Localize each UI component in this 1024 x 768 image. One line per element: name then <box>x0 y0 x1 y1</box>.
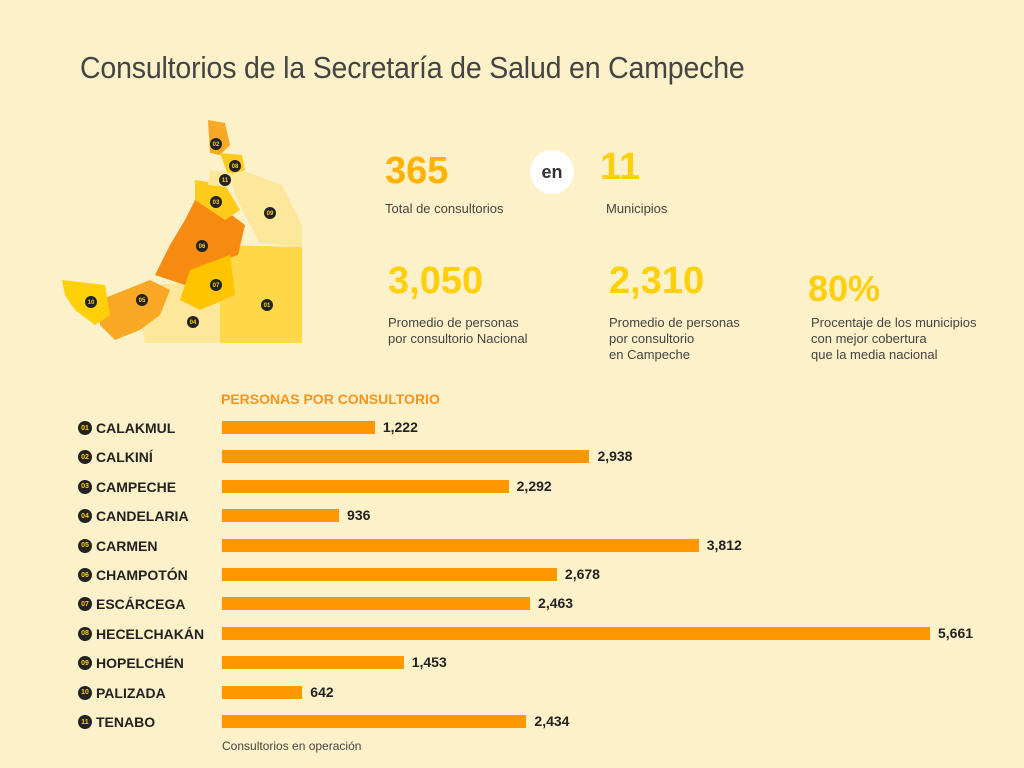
category-code-badge: 05 <box>78 538 92 553</box>
bar-value-label: 936 <box>347 507 371 524</box>
bar-value-label: 1,222 <box>382 419 418 435</box>
category-label: 06 CHAMPOTÓN <box>78 566 188 584</box>
campeche-label: Promedio de personas por consultorio en … <box>609 315 740 362</box>
category-code-badge: 08 <box>78 626 92 641</box>
category-code-badge: 02 <box>78 450 92 465</box>
category-name: PALIZADA <box>96 684 166 701</box>
category-name: CHAMPOTÓN <box>96 567 188 583</box>
category-code-badge: 01 <box>78 421 92 435</box>
chart-title: PERSONAS POR CONSULTORIO <box>221 391 440 407</box>
bar <box>222 421 375 434</box>
svg-text:03: 03 <box>213 200 220 206</box>
category-label: 01 CALAKMUL <box>78 419 175 437</box>
municipios-value: 11 <box>600 146 641 188</box>
category-code-badge: 11 <box>78 715 92 729</box>
category-name: HOPELCHÉN <box>96 655 184 672</box>
category-label: 09 HOPELCHÉN <box>78 654 184 672</box>
bar <box>222 685 303 699</box>
bar-value-label: 5,661 <box>938 624 974 641</box>
cobertura-label: Procentaje de los municipios con mejor c… <box>811 315 977 362</box>
category-label: 10 PALIZADA <box>78 684 166 702</box>
svg-text:11: 11 <box>222 178 229 184</box>
category-label: 11 TENABO <box>78 713 155 731</box>
svg-text:05: 05 <box>139 298 146 304</box>
bar <box>222 538 699 552</box>
bar <box>222 479 509 493</box>
bar <box>222 656 404 670</box>
en-connector: en <box>530 150 574 194</box>
svg-text:10: 10 <box>88 300 95 306</box>
bar <box>222 597 531 611</box>
bar <box>222 715 527 728</box>
bar-value-label: 2,292 <box>516 477 552 494</box>
bar-value-label: 642 <box>310 683 334 700</box>
nacional-value: 3,050 <box>388 260 484 302</box>
category-name: CANDELARIA <box>96 508 189 525</box>
svg-text:02: 02 <box>213 142 220 148</box>
svg-text:06: 06 <box>199 244 206 250</box>
category-code-badge: 07 <box>78 597 92 612</box>
category-name: CALKINÍ <box>96 449 153 466</box>
svg-text:08: 08 <box>232 164 239 170</box>
category-code-badge: 04 <box>78 509 92 524</box>
svg-text:09: 09 <box>267 211 274 217</box>
category-label: 03 CAMPECHE <box>78 478 176 496</box>
campeche-value: 2,310 <box>609 260 705 302</box>
bar <box>222 450 590 464</box>
category-name: HECELCHAKÁN <box>96 625 205 642</box>
category-code-badge: 03 <box>78 479 92 494</box>
category-name: CAMPECHE <box>96 478 177 495</box>
category-code-badge: 06 <box>78 568 92 582</box>
category-label: 04 CANDELARIA <box>78 507 189 525</box>
category-label: 08 HECELCHAKÁN <box>78 625 204 643</box>
svg-text:07: 07 <box>213 283 220 289</box>
bar-value-label: 2,678 <box>564 566 600 582</box>
category-label: 05 CARMEN <box>78 537 157 555</box>
category-label: 07 ESCÁRCEGA <box>78 595 185 613</box>
bar <box>222 626 930 640</box>
bar-value-label: 2,434 <box>534 713 570 729</box>
page-title: Consultorios de la Secretaría de Salud e… <box>80 50 745 85</box>
bar-value-label: 1,453 <box>411 654 447 671</box>
category-name: CARMEN <box>96 537 158 554</box>
category-name: CALAKMUL <box>96 420 176 436</box>
svg-text:04: 04 <box>190 320 197 326</box>
category-label: 02 CALKINÍ <box>78 448 153 466</box>
bar-value-label: 3,812 <box>706 536 742 553</box>
chart-footer: Consultorios en operación <box>222 739 362 753</box>
category-name: ESCÁRCEGA <box>96 596 186 613</box>
nacional-label: Promedio de personas por consultorio Nac… <box>388 315 528 346</box>
map-region-calkini <box>208 120 230 155</box>
bar <box>222 568 557 581</box>
bar-value-label: 2,938 <box>597 448 633 465</box>
total-consultorios-value: 365 <box>385 150 449 192</box>
municipios-label: Municipios <box>606 201 668 216</box>
category-code-badge: 10 <box>78 685 92 700</box>
svg-text:01: 01 <box>264 303 271 309</box>
campeche-map: 01 02 03 04 05 06 07 08 09 10 11 <box>62 120 302 343</box>
total-consultorios-label: Total de consultorios <box>385 201 504 216</box>
category-name: TENABO <box>96 714 156 730</box>
bar <box>222 509 340 523</box>
category-code-badge: 09 <box>78 656 92 671</box>
cobertura-value: 80% <box>808 268 881 309</box>
bar-value-label: 2,463 <box>538 595 574 612</box>
